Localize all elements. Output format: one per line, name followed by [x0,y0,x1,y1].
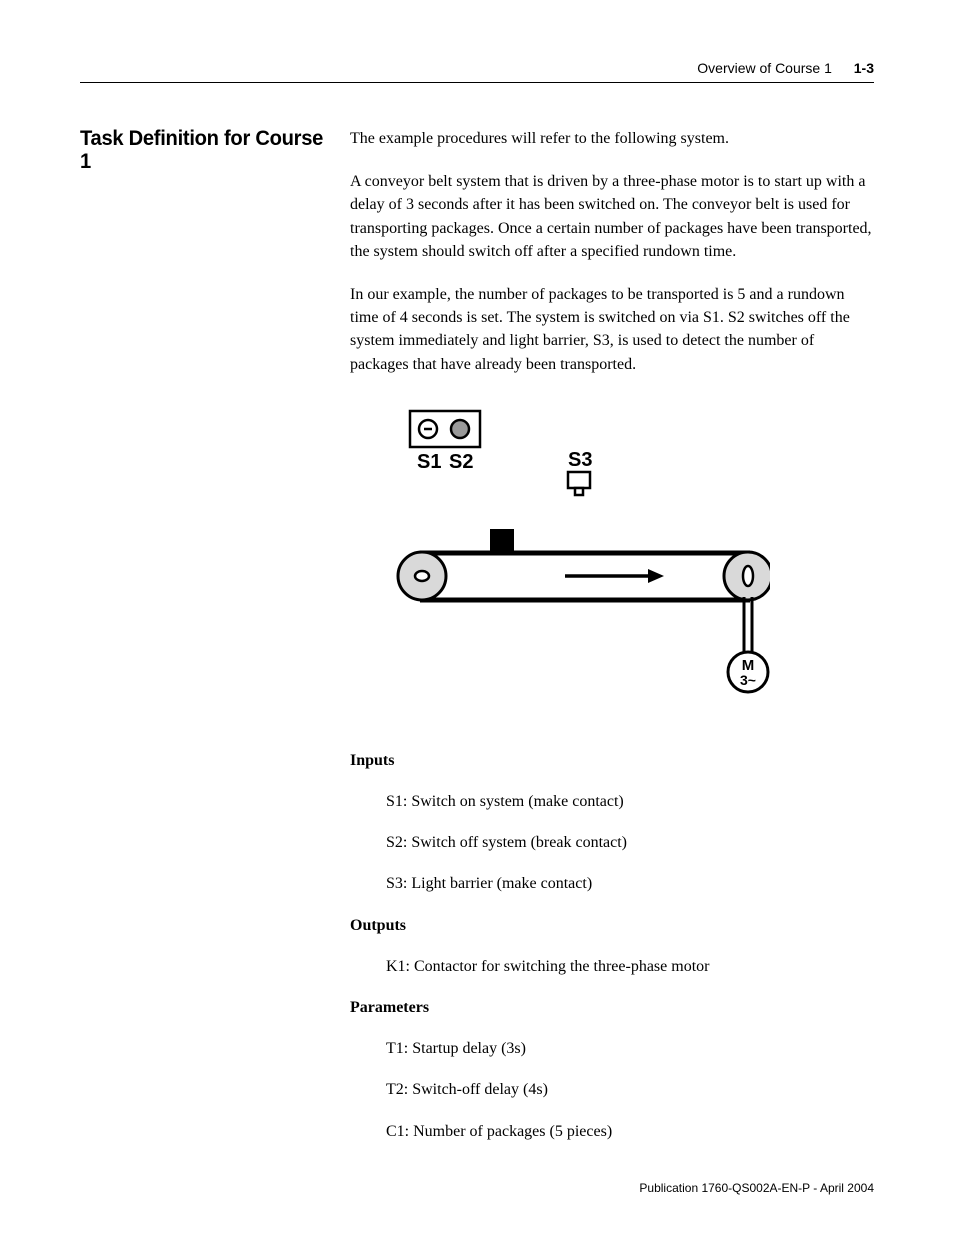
label-s3: S3 [568,449,592,471]
package-icon [490,529,514,553]
paragraph-1: A conveyor belt system that is driven by… [350,170,874,263]
paragraph-2: In our example, the number of packages t… [350,283,874,376]
conveyor-svg: S1 S2 S3 [350,406,770,706]
parameters-list: T1: Startup delay (3s) T2: Switch-off de… [350,1037,874,1143]
sensor-lens [575,488,583,495]
inputs-heading: Inputs [350,749,874,772]
motor-label-3phase: 3~ [740,672,756,688]
main-content: The example procedures will refer to the… [350,127,874,1161]
param-item: T1: Startup delay (3s) [386,1037,874,1060]
arrow-head [648,569,664,583]
conveyor-diagram: S1 S2 S3 [350,406,874,713]
outputs-list: K1: Contactor for switching the three-ph… [350,955,874,978]
output-item: K1: Contactor for switching the three-ph… [386,955,874,978]
section-heading: Task Definition for Course 1 [80,127,339,173]
page-header: Overview of Course 1 1-3 [80,60,874,83]
sensor-body [568,472,590,488]
header-page-number: 1-3 [854,60,874,76]
label-s1: S1 [417,451,441,473]
parameters-heading: Parameters [350,996,874,1019]
switch-s2-circle [451,420,469,438]
param-item: T2: Switch-off delay (4s) [386,1078,874,1101]
publication-footer: Publication 1760-QS002A-EN-P - April 200… [639,1181,874,1195]
inputs-list: S1: Switch on system (make contact) S2: … [350,790,874,896]
input-item: S2: Switch off system (break contact) [386,831,874,854]
header-section: Overview of Course 1 [697,60,832,76]
input-item: S1: Switch on system (make contact) [386,790,874,813]
paragraph-intro: The example procedures will refer to the… [350,127,874,150]
label-s2: S2 [449,451,473,473]
roller-right-hub [743,566,753,586]
roller-left-hub [415,571,429,581]
param-item: C1: Number of packages (5 pieces) [386,1120,874,1143]
input-item: S3: Light barrier (make contact) [386,872,874,895]
outputs-heading: Outputs [350,914,874,937]
